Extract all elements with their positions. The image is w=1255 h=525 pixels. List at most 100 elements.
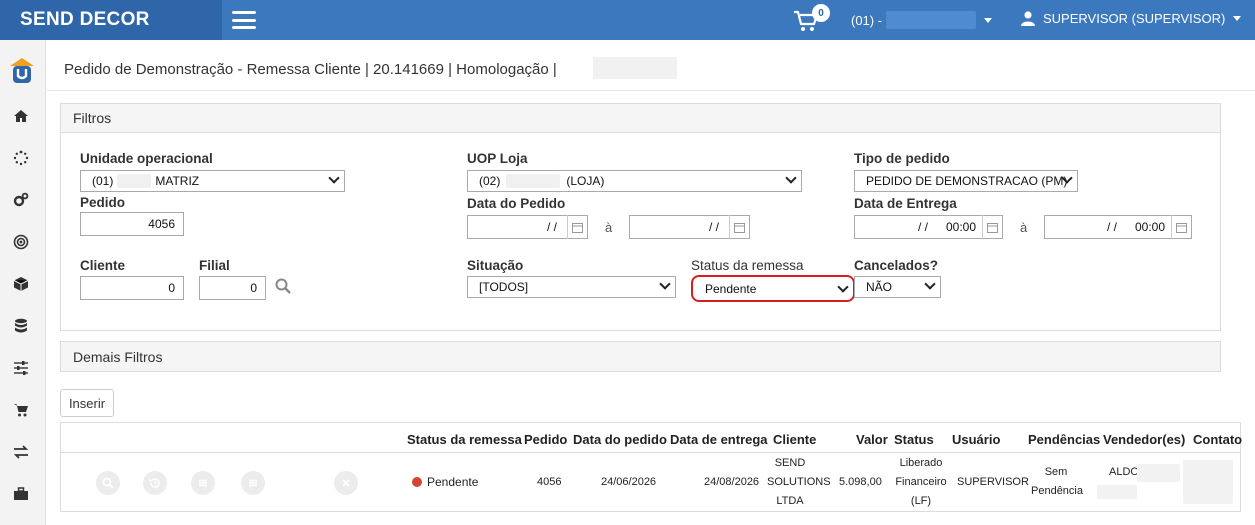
cliente-label: Cliente bbox=[80, 258, 126, 273]
user-label: SUPERVISOR (SUPERVISOR) bbox=[1043, 11, 1226, 26]
col-contato[interactable]: Contato bbox=[1193, 432, 1242, 447]
menu-icon[interactable] bbox=[232, 11, 256, 29]
database-icon[interactable] bbox=[13, 318, 29, 334]
calendar-icon[interactable] bbox=[1171, 215, 1191, 239]
home-icon[interactable] bbox=[13, 108, 29, 124]
chevron-down-icon bbox=[924, 278, 936, 290]
uop-select[interactable]: (02) (LOJA) bbox=[467, 170, 802, 192]
row-status: Liberado Financeiro (LF) bbox=[892, 454, 950, 511]
row-data-pedido: 24/06/2026 bbox=[601, 476, 657, 488]
data-entrega-to-input[interactable]: / / 00:00 bbox=[1044, 215, 1192, 239]
view-button[interactable] bbox=[96, 471, 120, 495]
calendar-icon[interactable] bbox=[982, 215, 1002, 239]
close-icon bbox=[342, 479, 350, 487]
store-name-redacted bbox=[886, 11, 977, 29]
tipo-select[interactable]: PEDIDO DE DEMONSTRACAO (PM) bbox=[854, 170, 1078, 192]
entrega-from-date: / / bbox=[917, 220, 928, 234]
status-line-3: (LF) bbox=[910, 495, 932, 507]
status-dot bbox=[412, 477, 422, 487]
insert-button[interactable]: Inserir bbox=[60, 389, 114, 417]
situacao-select[interactable]: [TODOS] bbox=[467, 276, 676, 298]
col-usuario[interactable]: Usuário bbox=[952, 432, 1000, 447]
row-usuario: SUPERVISOR bbox=[957, 476, 1029, 488]
list-icon bbox=[249, 479, 257, 487]
cancel-button[interactable] bbox=[334, 471, 358, 495]
col-status[interactable]: Status bbox=[894, 432, 934, 447]
app-logo-icon[interactable] bbox=[8, 56, 36, 86]
row-cliente: SEND SOLUTIONS LTDA bbox=[767, 454, 831, 511]
status-remessa-select[interactable]: Pendente bbox=[691, 275, 855, 302]
shopping-cart-icon[interactable] bbox=[13, 402, 29, 418]
status-line-1: Liberado bbox=[899, 457, 943, 469]
pedido-input[interactable]: 4056 bbox=[80, 212, 184, 236]
row-valor: 5.098,00 bbox=[839, 476, 882, 488]
col-status-remessa[interactable]: Status da remessa bbox=[407, 432, 522, 447]
brand-logo[interactable]: SEND DECOR bbox=[0, 0, 222, 40]
chevron-down-icon bbox=[837, 281, 849, 293]
row-data-entrega: 24/08/2026 bbox=[704, 476, 760, 488]
uop-label: UOP Loja bbox=[467, 151, 528, 166]
col-data-pedido[interactable]: Data do pedido bbox=[573, 432, 667, 447]
filial-label: Filial bbox=[199, 258, 230, 273]
exchange-icon[interactable] bbox=[13, 444, 29, 460]
uop-redacted bbox=[506, 174, 561, 188]
tipo-label: Tipo de pedido bbox=[854, 151, 950, 166]
other-filters-panel[interactable]: Demais Filtros bbox=[60, 341, 1221, 372]
history-icon bbox=[149, 478, 160, 488]
situacao-value: [TODOS] bbox=[479, 280, 529, 294]
unidade-code: (01) bbox=[92, 174, 114, 188]
col-data-entrega[interactable]: Data de entrega bbox=[670, 432, 768, 447]
other-filters-title: Demais Filtros bbox=[61, 342, 1220, 371]
cliente-input[interactable]: 0 bbox=[80, 276, 184, 300]
chevron-down-icon bbox=[785, 172, 797, 184]
history-button[interactable] bbox=[143, 471, 167, 495]
page-title: Pedido de Demonstração - Remessa Cliente… bbox=[64, 61, 557, 78]
col-cliente[interactable]: Cliente bbox=[773, 432, 816, 447]
search-icon[interactable] bbox=[275, 278, 291, 294]
calendar-icon[interactable] bbox=[729, 215, 749, 239]
unidade-label: Unidade operacional bbox=[80, 151, 213, 166]
vendedor-redacted bbox=[1137, 464, 1180, 482]
briefcase-icon[interactable] bbox=[13, 486, 29, 502]
cart-count-badge: 0 bbox=[812, 4, 830, 22]
sidebar bbox=[0, 40, 46, 525]
tipo-value: PEDIDO DE DEMONSTRACAO (PM) bbox=[866, 174, 1068, 188]
cancelados-select[interactable]: NÃO bbox=[854, 276, 941, 298]
pendencias-line-2: Pendência bbox=[1031, 485, 1083, 497]
store-selector[interactable]: (01) - bbox=[851, 11, 993, 29]
pendencias-line-1: Sem bbox=[1044, 466, 1068, 478]
user-menu[interactable]: SUPERVISOR (SUPERVISOR) bbox=[1021, 11, 1242, 26]
unidade-select[interactable]: (01) MATRIZ bbox=[80, 170, 345, 192]
table-header: Status da remessa Pedido Data do pedido … bbox=[61, 423, 1242, 453]
cliente-line-1: SEND bbox=[774, 457, 806, 469]
details-button[interactable] bbox=[241, 471, 265, 495]
entrega-from-time: 00:00 bbox=[945, 220, 976, 234]
cancelados-value: NÃO bbox=[866, 280, 893, 294]
col-valor[interactable]: Valor bbox=[856, 432, 888, 447]
filters-panel-title[interactable]: Filtros bbox=[61, 104, 1220, 133]
chevron-down-icon bbox=[1233, 16, 1242, 21]
col-pendencias[interactable]: Pendências bbox=[1028, 432, 1100, 447]
row-status-remessa-text: Pendente bbox=[427, 475, 479, 489]
store-label: (01) - bbox=[851, 12, 883, 28]
sliders-icon[interactable] bbox=[13, 360, 29, 376]
uop-code: (02) bbox=[479, 174, 501, 188]
chevron-down-icon bbox=[328, 172, 340, 184]
contato-redacted bbox=[1183, 460, 1233, 504]
col-pedido[interactable]: Pedido bbox=[524, 432, 567, 447]
gears-icon[interactable] bbox=[13, 192, 29, 208]
row-pendencias: Sem Pendência bbox=[1031, 463, 1083, 501]
status-remessa-label: Status da remessa bbox=[691, 258, 804, 273]
cube-icon[interactable] bbox=[13, 276, 29, 292]
calendar-icon[interactable] bbox=[567, 215, 587, 239]
target-icon[interactable] bbox=[13, 234, 29, 250]
spinner-icon[interactable] bbox=[13, 150, 29, 166]
unidade-name: MATRIZ bbox=[155, 174, 200, 188]
data-entrega-from-input[interactable]: / / 00:00 bbox=[854, 215, 1003, 239]
filial-input[interactable]: 0 bbox=[199, 276, 266, 300]
entrega-to-time: 00:00 bbox=[1134, 220, 1165, 234]
row-pedido: 4056 bbox=[537, 476, 562, 488]
date-separator: à bbox=[605, 220, 613, 235]
col-vendedores[interactable]: Vendedor(es) bbox=[1103, 432, 1185, 447]
list-button[interactable] bbox=[191, 471, 215, 495]
